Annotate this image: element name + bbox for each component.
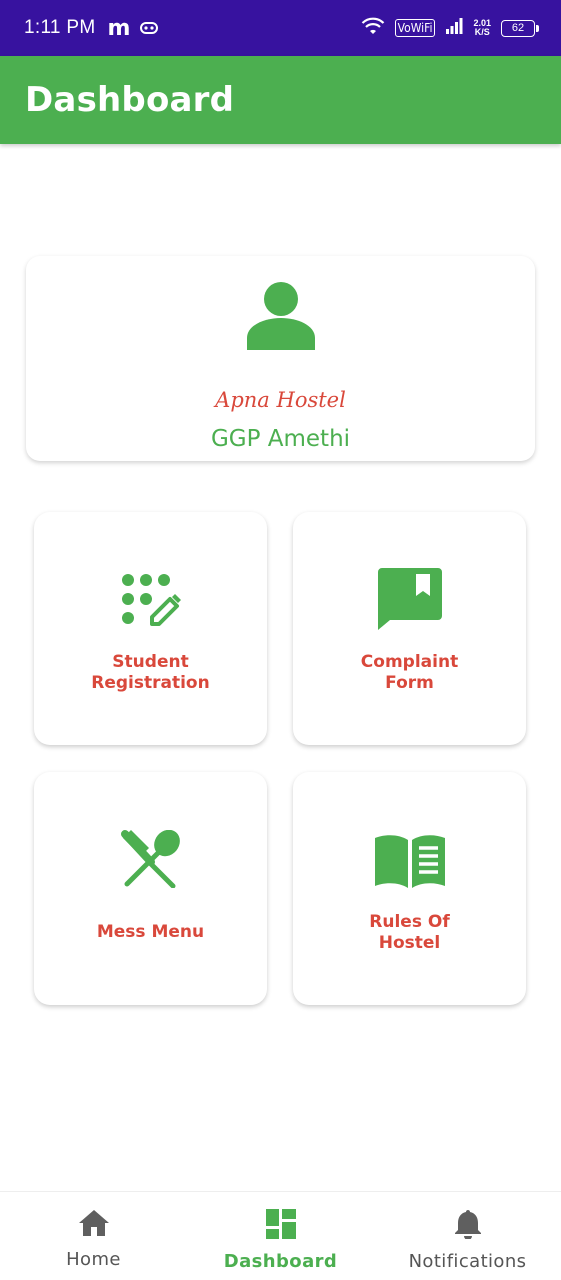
app-notification-icon: m [107, 15, 131, 41]
dashboard-icon [265, 1209, 296, 1244]
complaint-form-button[interactable]: Complaint Form [293, 512, 526, 745]
rules-of-hostel-label: Rules Of Hostel [369, 912, 450, 953]
bell-icon [454, 1209, 482, 1244]
page-title: Dashboard [25, 80, 235, 120]
signal-icon [445, 17, 463, 40]
menu-book-icon [293, 834, 526, 888]
status-time: 1:11 PM [24, 17, 96, 38]
person-icon [247, 280, 315, 350]
student-registration-label: Student Registration [91, 652, 210, 693]
bookmark-chat-icon [293, 568, 526, 630]
app-bar: Dashboard [0, 56, 561, 144]
nav-label-home: Home [66, 1249, 121, 1270]
mess-menu-button[interactable]: Mess Menu [34, 772, 267, 1005]
wifi-icon [361, 16, 385, 41]
mess-menu-label: Mess Menu [96, 922, 205, 942]
network-speed-unit: K/S [474, 27, 490, 37]
dialpad-edit-icon [34, 572, 267, 626]
status-indicators: VoWiFi 2.01 K/S 62 [361, 16, 539, 41]
nav-item-home[interactable]: Home [0, 1192, 187, 1280]
restaurant-icon [34, 830, 267, 888]
gamepad-icon [140, 22, 159, 34]
vowifi-badge: VoWiFi [394, 19, 436, 37]
battery-level: 62 [511, 22, 525, 34]
nav-item-dashboard[interactable]: Dashboard [187, 1192, 374, 1280]
complaint-form-label: Complaint Form [360, 652, 459, 693]
nav-item-notifications[interactable]: Notifications [374, 1192, 561, 1280]
profile-card: Apna Hostel GGP Amethi [26, 256, 535, 461]
nav-label-dashboard: Dashboard [223, 1251, 338, 1272]
status-bar: 1:11 PM m VoWiFi 2.01 K/S 62 [0, 0, 561, 56]
bottom-navigation: Home Dashboard Notifications [0, 1191, 561, 1280]
battery-icon: 62 [501, 19, 539, 37]
hostel-brand: Apna Hostel [215, 388, 346, 412]
rules-of-hostel-button[interactable]: Rules Of Hostel [293, 772, 526, 1005]
hostel-location: GGP Amethi [210, 426, 351, 452]
network-speed: 2.01 K/S [473, 19, 491, 37]
home-icon [78, 1209, 110, 1242]
nav-label-notifications: Notifications [408, 1251, 527, 1272]
student-registration-button[interactable]: Student Registration [34, 512, 267, 745]
